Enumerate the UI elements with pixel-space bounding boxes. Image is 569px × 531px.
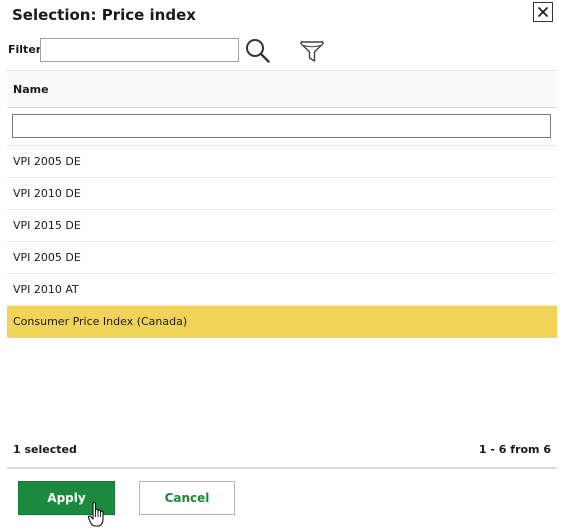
filter-input[interactable] [40,38,239,62]
table-row[interactable]: VPI 2015 DE [7,210,557,242]
selection-grid: Name VPI 2005 DE VPI 2010 DE VPI 2015 DE… [7,70,557,338]
grid-header: Name [7,70,557,108]
advanced-filter-button[interactable] [298,37,326,65]
row-name: VPI 2010 DE [13,187,81,200]
close-button[interactable] [533,2,553,22]
row-name: Consumer Price Index (Canada) [13,315,188,328]
search-icon [246,39,270,63]
selection-dialog: Selection: Price index Filter Name VPI 2… [0,0,569,531]
hand-cursor-icon [87,502,104,527]
table-row[interactable]: VPI 2010 AT [7,274,557,306]
row-name: VPI 2015 DE [13,219,81,232]
row-name: VPI 2005 DE [13,251,81,264]
close-icon [537,6,549,18]
funnel-icon [300,41,324,62]
name-column-filter-input[interactable] [12,114,551,138]
column-filter-row [7,108,557,146]
table-row[interactable]: VPI 2005 DE [7,146,557,178]
search-button[interactable] [244,37,272,65]
row-name: VPI 2005 DE [13,155,81,168]
pagination-info: 1 - 6 from 6 [478,443,551,456]
cancel-button[interactable]: Cancel [139,481,235,515]
filter-label: Filter [8,43,42,56]
table-row[interactable]: VPI 2010 DE [7,178,557,210]
grid-footer: 1 selected 1 - 6 from 6 [7,440,557,460]
row-name: VPI 2010 AT [13,283,79,296]
selected-count: 1 selected [13,443,77,456]
table-row[interactable]: VPI 2005 DE [7,242,557,274]
column-header-name[interactable]: Name [13,83,49,96]
table-row-selected[interactable]: Consumer Price Index (Canada) [7,306,557,338]
dialog-title: Selection: Price index [12,6,196,24]
divider [7,467,557,469]
